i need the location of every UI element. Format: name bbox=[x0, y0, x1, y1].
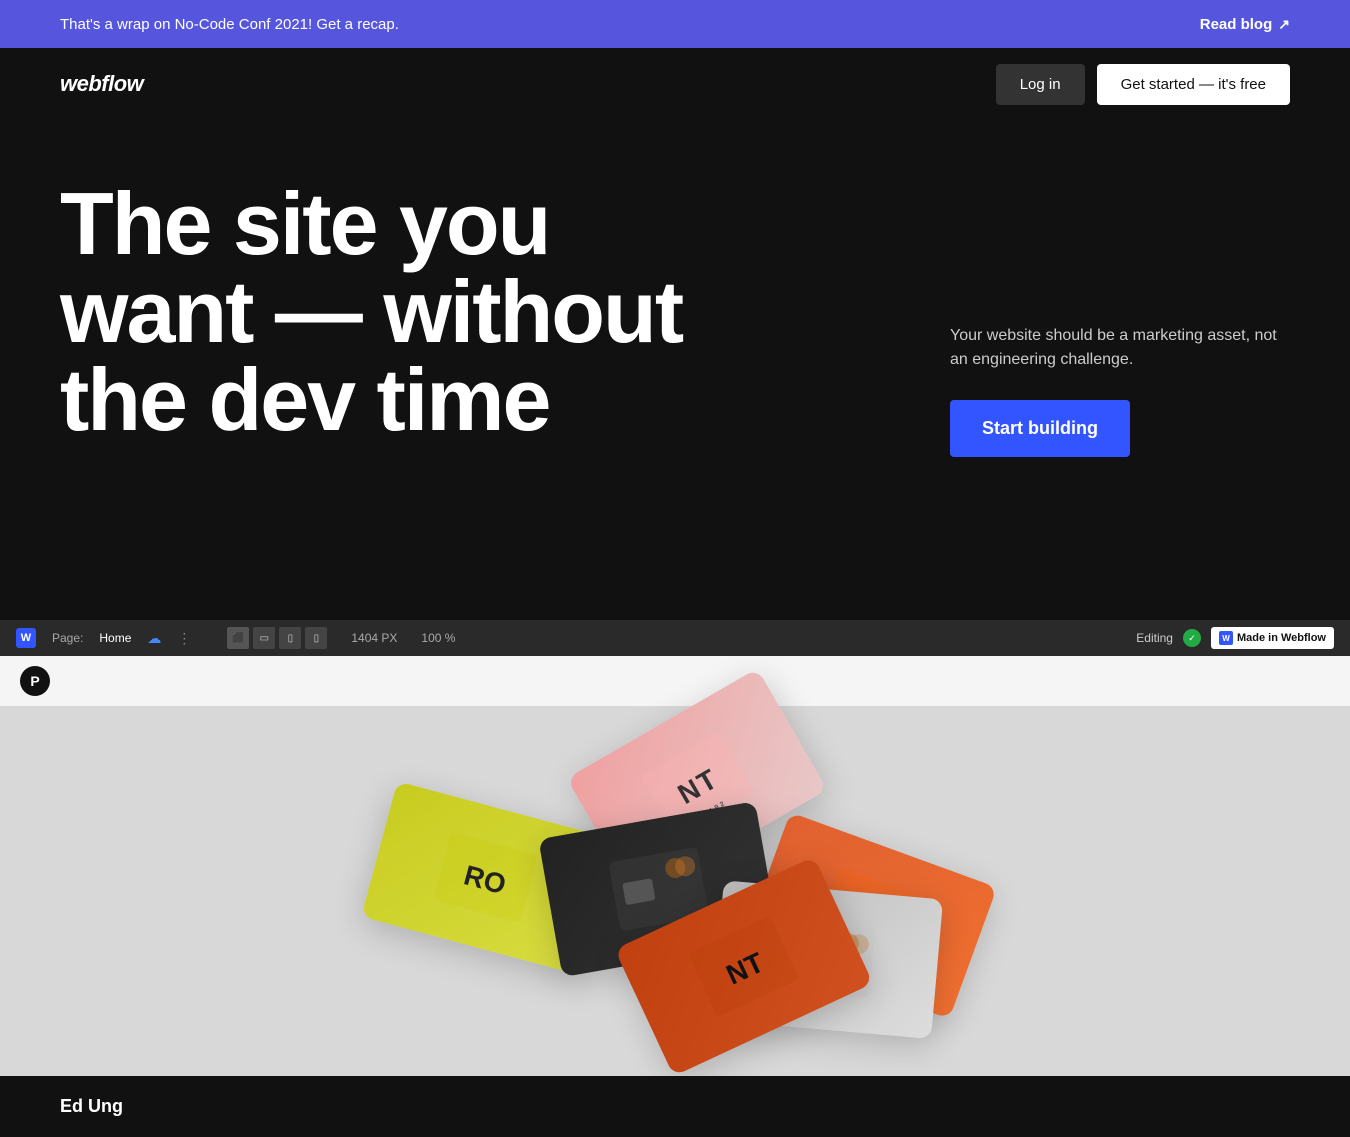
more-options-icon[interactable]: ⋮ bbox=[177, 630, 191, 647]
webflow-w-icon: W bbox=[16, 628, 36, 648]
designer-toolbar: W Page: Home ☁ ⋮ ⬛ ▭ ▯ ▯ 1404 PX 100 % E… bbox=[0, 620, 1350, 656]
page-prefix-label: Page: bbox=[52, 631, 83, 645]
get-started-button[interactable]: Get started — it's free bbox=[1097, 64, 1290, 105]
hero-section: The site you want — without the dev time… bbox=[0, 120, 1350, 580]
hero-left: The site you want — without the dev time bbox=[60, 180, 950, 580]
cards-display-area: NT 5359 7192 6934 8153 RO RO bbox=[225, 656, 1125, 1076]
start-building-button[interactable]: Start building bbox=[950, 400, 1130, 457]
viewport-controls: ⬛ ▭ ▯ ▯ bbox=[227, 627, 327, 649]
brand-logo-icon: P bbox=[20, 666, 50, 696]
testimonial-author-name: Ed Ung bbox=[60, 1096, 123, 1116]
publish-status-icon[interactable]: ✓ bbox=[1183, 629, 1201, 647]
tablet-portrait-icon[interactable]: ▯ bbox=[279, 627, 301, 649]
read-blog-link[interactable]: Read blog ↗ bbox=[1200, 16, 1290, 33]
headline-line2: want — without bbox=[60, 262, 682, 361]
edit-mode-label[interactable]: Editing bbox=[1136, 631, 1173, 645]
login-button[interactable]: Log in bbox=[996, 64, 1085, 105]
headline-line3: the dev time bbox=[60, 350, 549, 449]
nav-actions: Log in Get started — it's free bbox=[996, 64, 1290, 105]
testimonial-section: Ed Ung bbox=[0, 1076, 1350, 1137]
hero-right: Your website should be a marketing asset… bbox=[950, 180, 1290, 580]
hero-headline: The site you want — without the dev time bbox=[60, 180, 760, 444]
brand-letter: P bbox=[30, 673, 39, 689]
desktop-viewport-icon[interactable]: ⬛ bbox=[227, 627, 249, 649]
headline-line1: The site you bbox=[60, 174, 549, 273]
toolbar-right: Editing ✓ W Made in Webflow bbox=[1136, 627, 1334, 649]
made-in-webflow-badge[interactable]: W Made in Webflow bbox=[1211, 627, 1334, 649]
made-in-webflow-label: Made in Webflow bbox=[1237, 632, 1326, 644]
navigation: webflow Log in Get started — it's free bbox=[0, 48, 1350, 120]
read-blog-label: Read blog bbox=[1200, 16, 1273, 33]
announcement-text: That's a wrap on No-Code Conf 2021! Get … bbox=[60, 16, 399, 33]
hero-subtext: Your website should be a marketing asset… bbox=[950, 324, 1290, 372]
zoom-label: 100 % bbox=[421, 631, 455, 645]
webflow-logo[interactable]: webflow bbox=[60, 71, 143, 97]
mobile-viewport-icon[interactable]: ▯ bbox=[305, 627, 327, 649]
page-name-label[interactable]: Home bbox=[99, 631, 131, 645]
webflow-badge-logo: W bbox=[1219, 631, 1233, 645]
tablet-viewport-icon[interactable]: ▭ bbox=[253, 627, 275, 649]
external-link-icon: ↗ bbox=[1278, 16, 1290, 33]
px-width-label: 1404 PX bbox=[351, 631, 397, 645]
announcement-bar: That's a wrap on No-Code Conf 2021! Get … bbox=[0, 0, 1350, 48]
sync-icon: ☁ bbox=[147, 630, 161, 647]
product-preview: P NT 5359 7192 6934 8153 RO RO bbox=[0, 656, 1350, 1076]
